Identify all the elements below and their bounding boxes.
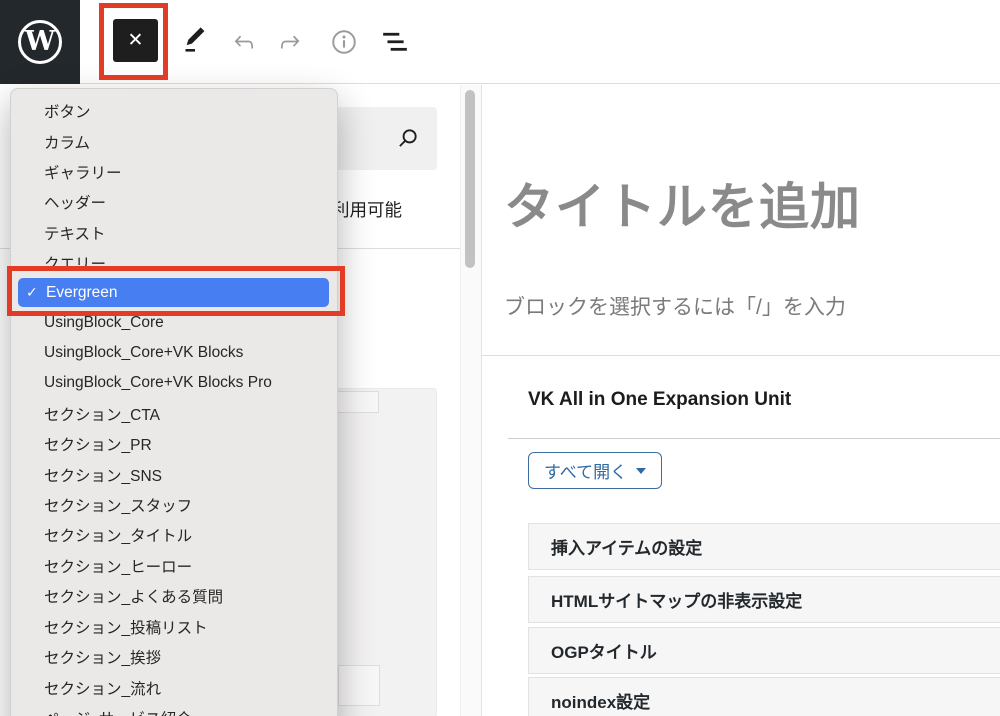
close-icon: ✕ xyxy=(128,29,144,52)
menu-item-セクション_SNS[interactable]: ✓セクション_SNS xyxy=(11,459,337,489)
accordion-row-label: OGPタイトル xyxy=(551,638,657,663)
editor-top-bar: W ✕ xyxy=(0,0,1000,84)
menu-item-セクション_ヒーロー[interactable]: ✓セクション_ヒーロー xyxy=(11,551,337,581)
wordpress-logo-tile[interactable]: W xyxy=(0,0,80,84)
menu-item-label: セクション_スタッフ xyxy=(44,494,192,516)
accordion-row-OGPタイトル[interactable]: OGPタイトル xyxy=(528,627,1000,674)
vk-panel-title: VK All in One Expansion Unit xyxy=(528,389,791,411)
vk-panel-rule xyxy=(508,438,1000,439)
menu-item-label: UsingBlock_Core xyxy=(44,314,164,332)
menu-item-label: UsingBlock_Core+VK Blocks xyxy=(44,344,243,362)
panel-scrollbar-thumb[interactable] xyxy=(465,90,475,268)
menu-item-クエリー[interactable]: ✓クエリー xyxy=(11,248,337,278)
menu-item-label: ページ_サービス紹介 xyxy=(44,707,192,716)
wordpress-logo-letter: W xyxy=(25,28,55,55)
menu-item-label: セクション_タイトル xyxy=(44,524,192,546)
patterns-available-label: 利用可能 xyxy=(332,197,402,222)
menu-item-セクション_流れ[interactable]: ✓セクション_流れ xyxy=(11,672,337,702)
editor-canvas: タイトルを追加 ブロックを選択するには「/」を入力 VK All in One … xyxy=(482,85,1000,716)
menu-item-label: ギャラリー xyxy=(44,161,122,183)
menu-item-ギャラリー[interactable]: ✓ギャラリー xyxy=(11,157,337,187)
menu-item-UsingBlock_Core+VK Blocks[interactable]: ✓UsingBlock_Core+VK Blocks xyxy=(11,338,337,368)
menu-item-label: セクション_投稿リスト xyxy=(44,616,208,638)
edit-pencil-icon[interactable] xyxy=(181,24,209,54)
menu-item-label: セクション_挨拶 xyxy=(44,646,161,668)
pattern-preview-element xyxy=(337,391,379,413)
meta-panel-divider xyxy=(482,355,1000,356)
menu-item-セクション_挨拶[interactable]: ✓セクション_挨拶 xyxy=(11,642,337,672)
menu-item-label: セクション_PR xyxy=(44,433,152,455)
menu-item-ヘッダー[interactable]: ✓ヘッダー xyxy=(11,187,337,217)
accordion-row-noindex設定[interactable]: noindex設定 xyxy=(528,677,1000,716)
menu-item-カラム[interactable]: ✓カラム xyxy=(11,126,337,156)
menu-item-セクション_スタッフ[interactable]: ✓セクション_スタッフ xyxy=(11,490,337,520)
menu-item-label: テキスト xyxy=(44,222,106,244)
accordion-row-label: HTMLサイトマップの非表示設定 xyxy=(551,587,802,612)
search-icon xyxy=(395,125,421,151)
pattern-category-dropdown-menu: ✓ボタン✓カラム✓ギャラリー✓ヘッダー✓テキスト✓クエリー✓Evergreen✓… xyxy=(10,88,338,716)
undo-icon[interactable] xyxy=(230,27,258,57)
menu-item-ページ_サービス紹介[interactable]: ✓ページ_サービス紹介 xyxy=(11,703,337,716)
menu-item-テキスト[interactable]: ✓テキスト xyxy=(11,218,337,248)
menu-item-セクション_PR[interactable]: ✓セクション_PR xyxy=(11,429,337,459)
menu-item-label: ボタン xyxy=(44,100,91,122)
wordpress-block-editor: W ✕ xyxy=(0,0,1000,716)
redo-icon[interactable] xyxy=(276,27,304,57)
menu-item-label: セクション_よくある質問 xyxy=(44,585,223,607)
menu-item-label: カラム xyxy=(44,131,90,153)
chevron-down-icon xyxy=(636,468,646,474)
menu-item-セクション_CTA[interactable]: ✓セクション_CTA xyxy=(11,399,337,429)
menu-item-label: セクション_流れ xyxy=(44,677,161,699)
info-icon[interactable] xyxy=(330,27,358,57)
menu-item-セクション_投稿リスト[interactable]: ✓セクション_投稿リスト xyxy=(11,612,337,642)
menu-item-セクション_タイトル[interactable]: ✓セクション_タイトル xyxy=(11,520,337,550)
accordion-row-挿入アイテムの設定[interactable]: 挿入アイテムの設定 xyxy=(528,523,1000,570)
menu-item-label: セクション_SNS xyxy=(44,464,162,486)
accordion-row-HTMLサイトマップの非表示設定[interactable]: HTMLサイトマップの非表示設定 xyxy=(528,576,1000,623)
menu-item-label: クエリー xyxy=(44,252,106,274)
panel-scrollbar-track[interactable] xyxy=(460,85,482,716)
menu-item-label: セクション_ヒーロー xyxy=(44,555,192,577)
block-appender-prompt[interactable]: ブロックを選択するには「/」を入力 xyxy=(504,291,846,321)
menu-item-Evergreen[interactable]: ✓Evergreen xyxy=(18,278,329,307)
wordpress-logo-icon: W xyxy=(18,20,62,64)
open-all-button[interactable]: すべて開く xyxy=(528,452,662,489)
block-inserter-toggle-button[interactable]: ✕ xyxy=(113,19,158,62)
menu-item-label: Evergreen xyxy=(46,284,118,302)
menu-item-ボタン[interactable]: ✓ボタン xyxy=(11,96,337,126)
checkmark-icon: ✓ xyxy=(26,284,46,301)
menu-item-UsingBlock_Core[interactable]: ✓UsingBlock_Core xyxy=(11,307,337,337)
open-all-label: すべて開く xyxy=(544,458,627,483)
accordion-row-label: 挿入アイテムの設定 xyxy=(551,534,702,559)
post-title-placeholder[interactable]: タイトルを追加 xyxy=(504,167,861,239)
accordion-row-label: noindex設定 xyxy=(551,688,650,713)
menu-item-label: セクション_CTA xyxy=(44,403,160,425)
menu-item-セクション_よくある質問[interactable]: ✓セクション_よくある質問 xyxy=(11,581,337,611)
menu-item-UsingBlock_Core+VK Blocks Pro[interactable]: ✓UsingBlock_Core+VK Blocks Pro xyxy=(11,368,337,398)
pattern-preview-element xyxy=(338,665,380,706)
menu-item-label: ヘッダー xyxy=(44,191,106,213)
list-view-icon[interactable] xyxy=(381,27,409,57)
menu-item-label: UsingBlock_Core+VK Blocks Pro xyxy=(44,374,272,392)
